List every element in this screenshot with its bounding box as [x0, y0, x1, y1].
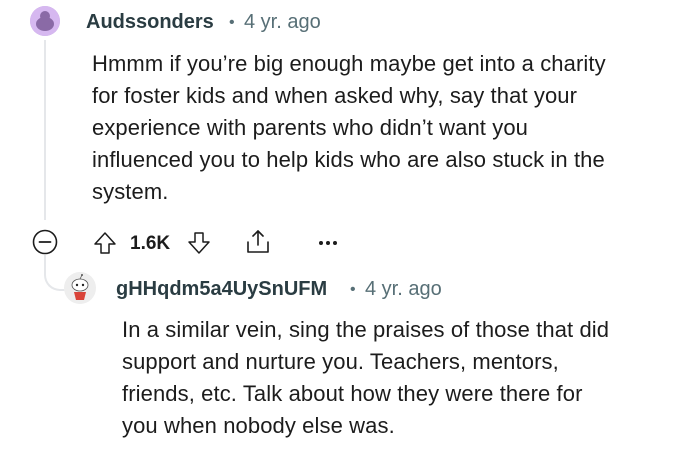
- comment-line: support and nurture you. Teachers, mento…: [122, 349, 559, 374]
- downvote-arrow-icon: [188, 232, 210, 254]
- meta-separator: •: [229, 14, 235, 31]
- comment-line: experience with parents who didn’t want …: [92, 115, 528, 140]
- comment-author[interactable]: gHHqdm5a4UySnUFM: [116, 278, 327, 301]
- avatar[interactable]: [64, 272, 96, 304]
- share-button[interactable]: [244, 228, 272, 256]
- collapse-button[interactable]: [32, 229, 58, 255]
- upvote-button[interactable]: [92, 230, 118, 256]
- more-options-button[interactable]: [317, 236, 339, 248]
- comment-timestamp[interactable]: 4 yr. ago: [244, 11, 321, 34]
- comment-line: In a similar vein, sing the praises of t…: [122, 317, 610, 342]
- comment-line: you when nobody else was.: [122, 413, 395, 438]
- share-icon: [247, 230, 269, 253]
- thread-line-main[interactable]: [44, 40, 46, 220]
- comment-author[interactable]: Audssonders: [86, 11, 214, 34]
- reddit-avatar-icon: [30, 6, 60, 36]
- collapse-minus-icon: [32, 229, 58, 255]
- meta-separator: •: [350, 281, 356, 298]
- avatar[interactable]: [30, 6, 60, 36]
- comment-line: for foster kids and when asked why, say …: [92, 83, 578, 108]
- comment-line: influenced you to help kids who are also…: [92, 147, 605, 172]
- comment-body: In a similar vein, sing the praises of t…: [122, 314, 682, 442]
- snoo-avatar-icon: [64, 272, 96, 304]
- comment-timestamp[interactable]: 4 yr. ago: [365, 278, 442, 301]
- comment-line: Hmmm if you’re big enough maybe get into…: [92, 51, 606, 76]
- upvote-arrow-icon: [94, 232, 116, 254]
- downvote-button[interactable]: [186, 230, 212, 256]
- more-options-icon: [319, 241, 337, 245]
- comment-body: Hmmm if you’re big enough maybe get into…: [92, 48, 672, 208]
- vote-count: 1.6K: [130, 233, 171, 254]
- comment-line: system.: [92, 179, 169, 204]
- comment-line: friends, etc. Talk about how they were t…: [122, 381, 583, 406]
